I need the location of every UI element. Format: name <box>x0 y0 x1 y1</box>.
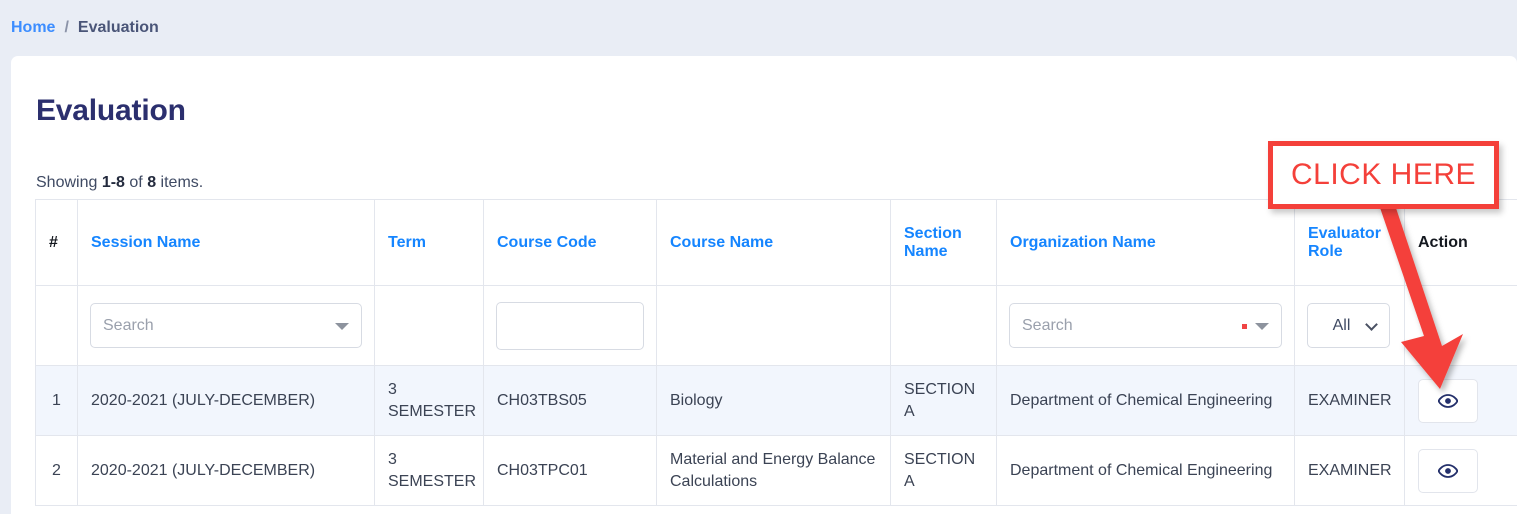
filter-cell-section-name <box>890 285 997 366</box>
col-header-course-code[interactable]: Course Code <box>483 199 657 286</box>
results-summary: Showing 1-8 of 8 items. <box>36 174 203 192</box>
col-header-action-label: Action <box>1418 233 1468 251</box>
chevron-down-icon <box>335 322 349 330</box>
filter-cell-course-code <box>483 285 657 366</box>
col-header-evaluator-role-label[interactable]: Evaluator Role <box>1308 225 1381 260</box>
col-header-course-code-label[interactable]: Course Code <box>497 234 597 251</box>
evaluation-table-wrapper: # Session Name Term Course Code Course N… <box>35 199 1517 507</box>
cell-action <box>1404 435 1517 507</box>
cell-course-code: CH03TPC01 <box>483 435 657 507</box>
table-row: 2 2020-2021 (JULY-DECEMBER) 3 SEMESTER C… <box>35 435 1517 507</box>
evaluation-table: # Session Name Term Course Code Course N… <box>35 199 1517 507</box>
col-header-term-label[interactable]: Term <box>388 234 426 251</box>
eye-icon <box>1438 463 1458 478</box>
evaluator-role-filter-value: All <box>1332 316 1351 334</box>
cell-course-name: Material and Energy Balance Calculations <box>656 435 891 507</box>
table-header-row: # Session Name Term Course Code Course N… <box>35 199 1517 286</box>
cell-evaluator-role: EXAMINER <box>1294 435 1405 507</box>
eye-icon <box>1438 393 1458 408</box>
view-button[interactable] <box>1418 378 1478 423</box>
summary-mid: of <box>124 174 148 191</box>
content-card: Evaluation Showing 1-8 of 8 items. # Ses… <box>11 56 1517 514</box>
cell-term: 3 SEMESTER <box>374 435 484 507</box>
filter-cell-action <box>1404 285 1517 366</box>
col-header-course-name-label[interactable]: Course Name <box>670 234 773 251</box>
cell-organization-name: Department of Chemical Engineering <box>996 435 1295 507</box>
filter-cell-index <box>35 285 78 366</box>
col-header-section-name-label[interactable]: Section Name <box>904 225 962 260</box>
evaluator-role-filter-select[interactable]: All <box>1307 303 1390 348</box>
col-header-session-name[interactable]: Session Name <box>77 199 375 286</box>
col-header-action: Action <box>1404 199 1517 286</box>
table-body: Search Search All 1 2020-2021 (JULY-DECE… <box>35 285 1517 507</box>
filter-row: Search Search All <box>35 285 1517 366</box>
col-header-term[interactable]: Term <box>374 199 484 286</box>
col-header-section-name[interactable]: Section Name <box>890 199 997 286</box>
cell-index: 1 <box>35 364 78 437</box>
breadcrumb: Home / Evaluation <box>0 0 1517 56</box>
col-header-evaluator-role[interactable]: Evaluator Role <box>1294 199 1405 286</box>
annotation-click-here-box: CLICK HERE <box>1268 141 1499 209</box>
filter-cell-evaluator-role: All <box>1294 285 1405 366</box>
table-row: 1 2020-2021 (JULY-DECEMBER) 3 SEMESTER C… <box>35 364 1517 437</box>
cell-section-name: SECTION A <box>890 364 997 437</box>
breadcrumb-current: Evaluation <box>77 19 159 36</box>
page-root: Home / Evaluation Evaluation Showing 1-8… <box>0 0 1517 514</box>
session-name-filter-placeholder: Search <box>103 316 154 334</box>
organization-name-filter-select[interactable]: Search <box>1009 303 1282 348</box>
summary-prefix: Showing <box>36 174 102 191</box>
breadcrumb-home-link[interactable]: Home <box>11 19 55 37</box>
view-button[interactable] <box>1418 448 1478 493</box>
chevron-down-icon <box>1365 317 1378 331</box>
annotation-click-here-label: CLICK HERE <box>1290 158 1477 191</box>
col-header-organization-name-label[interactable]: Organization Name <box>1010 234 1156 251</box>
cell-session-name: 2020-2021 (JULY-DECEMBER) <box>77 364 375 437</box>
chevron-down-icon <box>1255 322 1269 330</box>
summary-range: 1-8 <box>101 174 125 191</box>
summary-total: 8 <box>147 174 157 191</box>
cell-action <box>1404 364 1517 437</box>
col-header-organization-name[interactable]: Organization Name <box>996 199 1295 286</box>
col-header-index-label: # <box>49 233 58 251</box>
cell-course-code: CH03TBS05 <box>483 364 657 437</box>
cell-section-name: SECTION A <box>890 435 997 507</box>
col-header-session-name-label[interactable]: Session Name <box>91 234 200 251</box>
cell-session-name: 2020-2021 (JULY-DECEMBER) <box>77 435 375 507</box>
summary-suffix: items. <box>156 174 204 191</box>
required-marker-icon <box>1242 323 1247 329</box>
filter-cell-session-name: Search <box>77 285 375 366</box>
page-title: Evaluation <box>36 94 186 127</box>
col-header-index: # <box>35 199 78 286</box>
cell-index: 2 <box>35 435 78 507</box>
course-code-filter-input[interactable] <box>496 301 644 350</box>
cell-course-name: Biology <box>656 364 891 437</box>
cell-organization-name: Department of Chemical Engineering <box>996 364 1295 437</box>
cell-evaluator-role: EXAMINER <box>1294 364 1405 437</box>
session-name-filter-select[interactable]: Search <box>90 303 362 348</box>
cell-term: 3 SEMESTER <box>374 364 484 437</box>
organization-name-filter-placeholder: Search <box>1022 316 1073 334</box>
filter-cell-organization-name: Search <box>996 285 1295 366</box>
table-header: # Session Name Term Course Code Course N… <box>35 199 1517 286</box>
breadcrumb-separator: / <box>64 19 69 36</box>
col-header-course-name[interactable]: Course Name <box>656 199 891 286</box>
filter-cell-term <box>374 285 484 366</box>
filter-cell-course-name <box>656 285 891 366</box>
